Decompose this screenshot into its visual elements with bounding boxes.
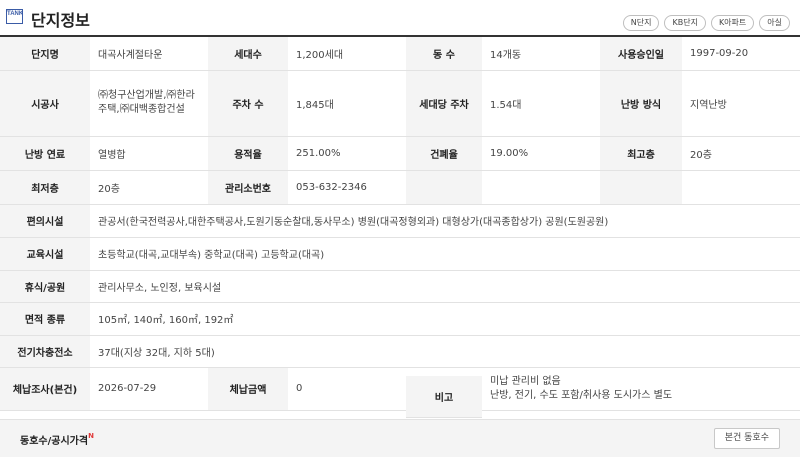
kb-danji-button[interactable]: KB단지 [664,15,706,31]
label-parking: 주차 수 [208,70,288,137]
table-row: 편의시설 관공서(한국전력공사,대한주택공사,도원기동순찰대,동사무소) 병원(… [0,204,800,238]
arrears-note-line: 미납 관리비 없음 [490,375,561,387]
label-parking-per-household: 세대당 주차 [406,70,482,137]
value-amenities: 관공서(한국전력공사,대한주택공사,도원기동순찰대,동사무소) 병원(대곡정형외… [90,204,800,238]
value-min-floor: 20층 [90,170,208,205]
page-title: 단지정보 [31,11,90,30]
table-row: 난방 연료 열병합 용적율 251.00% 건폐율 19.00% 최고층 20층 [0,136,800,171]
label-rest-park: 휴식/공원 [0,270,90,303]
table-row: 최저층 20층 관리소번호 053-632-2346 [0,170,800,205]
table-row: 단지명 대곡사계절타운 세대수 1,200세대 동 수 14개동 사용승인일 1… [0,36,800,71]
unit-lookup-button[interactable]: 본건 동호수 [713,428,780,449]
value-builder: ㈜청구산업개발,㈜한라주택,㈜대백종합건설 [90,70,208,137]
value-approval-date: 1997-09-20 [682,36,800,71]
arrears-note-line: 난방, 전기, 수도 포함/취사용 도시가스 별도 [490,389,673,401]
empty-label-cell [406,170,482,205]
label-area-types: 면적 종류 [0,302,90,336]
label-building-coverage: 건폐율 [406,136,482,171]
value-office-phone: 053-632-2346 [288,170,406,205]
value-education: 초등학교(대곡,교대부속) 중학교(대곡) 고등학교(대곡) [90,237,800,271]
empty-value-cell [682,170,800,205]
value-parking: 1,845대 [288,70,406,137]
value-heating-fuel: 열병합 [90,136,208,171]
value-ev-charger: 37대(지상 32대, 지하 5대) [90,335,800,368]
label-buildings: 동 수 [406,36,482,71]
label-max-floor: 최고층 [600,136,682,171]
value-arrears-survey: 2026-07-29 [90,367,208,411]
value-floor-area-ratio: 251.00% [288,136,406,171]
label-amenities: 편의시설 [0,204,90,238]
tank-logo-icon: TANK [6,9,23,24]
label-builder: 시공사 [0,70,90,137]
label-arrears-survey: 체납조사(본건) [0,367,90,411]
label-floor-area-ratio: 용적율 [208,136,288,171]
label-education: 교육시설 [0,237,90,271]
complex-info-table: 단지명 대곡사계절타운 세대수 1,200세대 동 수 14개동 사용승인일 1… [0,35,800,411]
unit-price-label: 동호수/공시가격N [20,432,94,447]
header: TANK 단지정보 N단지 KB단지 K아파트 아실 [0,0,800,32]
value-building-coverage: 19.00% [482,136,600,171]
label-complex-name: 단지명 [0,36,90,71]
table-row: 전기차충전소 37대(지상 32대, 지하 5대) [0,335,800,368]
unit-price-section: 동호수/공시가격N 본건 동호수 [0,419,800,457]
new-badge: N [88,432,94,440]
asil-button[interactable]: 아실 [759,15,790,31]
table-row: 휴식/공원 관리사무소, 노인정, 보육시설 [0,270,800,303]
value-complex-name: 대곡사계절타운 [90,36,208,71]
label-arrears-note: 비고 [406,376,482,418]
value-households: 1,200세대 [288,36,406,71]
value-buildings: 14개동 [482,36,600,71]
external-link-buttons: N단지 KB단지 K아파트 아실 [622,15,790,31]
table-row: 면적 종류 105㎡, 140㎡, 160㎡, 192㎡ [0,302,800,336]
table-row: 교육시설 초등학교(대곡,교대부속) 중학교(대곡) 고등학교(대곡) [0,237,800,271]
n-danji-button[interactable]: N단지 [622,15,660,31]
value-rest-park: 관리사무소, 노인정, 보육시설 [90,270,800,303]
label-office-phone: 관리소번호 [208,170,288,205]
label-heating-method: 난방 방식 [600,70,682,137]
table-row: 체납조사(본건) 2026-07-29 체납금액 0 미납 관리비 없음 난방,… [0,367,800,411]
label-heating-fuel: 난방 연료 [0,136,90,171]
value-parking-per-household: 1.54대 [482,70,600,137]
label-arrears-amount: 체납금액 [208,367,288,411]
value-max-floor: 20층 [682,136,800,171]
value-area-types: 105㎡, 140㎡, 160㎡, 192㎡ [90,302,800,336]
unit-price-label-text: 동호수/공시가격 [20,436,89,447]
label-households: 세대수 [208,36,288,71]
table-row: 시공사 ㈜청구산업개발,㈜한라주택,㈜대백종합건설 주차 수 1,845대 세대… [0,70,800,137]
label-min-floor: 최저층 [0,170,90,205]
value-heating-method: 지역난방 [682,70,800,137]
label-approval-date: 사용승인일 [600,36,682,71]
value-arrears-note: 미납 관리비 없음 난방, 전기, 수도 포함/취사용 도시가스 별도 [482,367,800,411]
empty-label-cell [600,170,682,205]
label-ev-charger: 전기차충전소 [0,335,90,368]
empty-value-cell [482,170,600,205]
k-apart-button[interactable]: K아파트 [710,15,755,31]
